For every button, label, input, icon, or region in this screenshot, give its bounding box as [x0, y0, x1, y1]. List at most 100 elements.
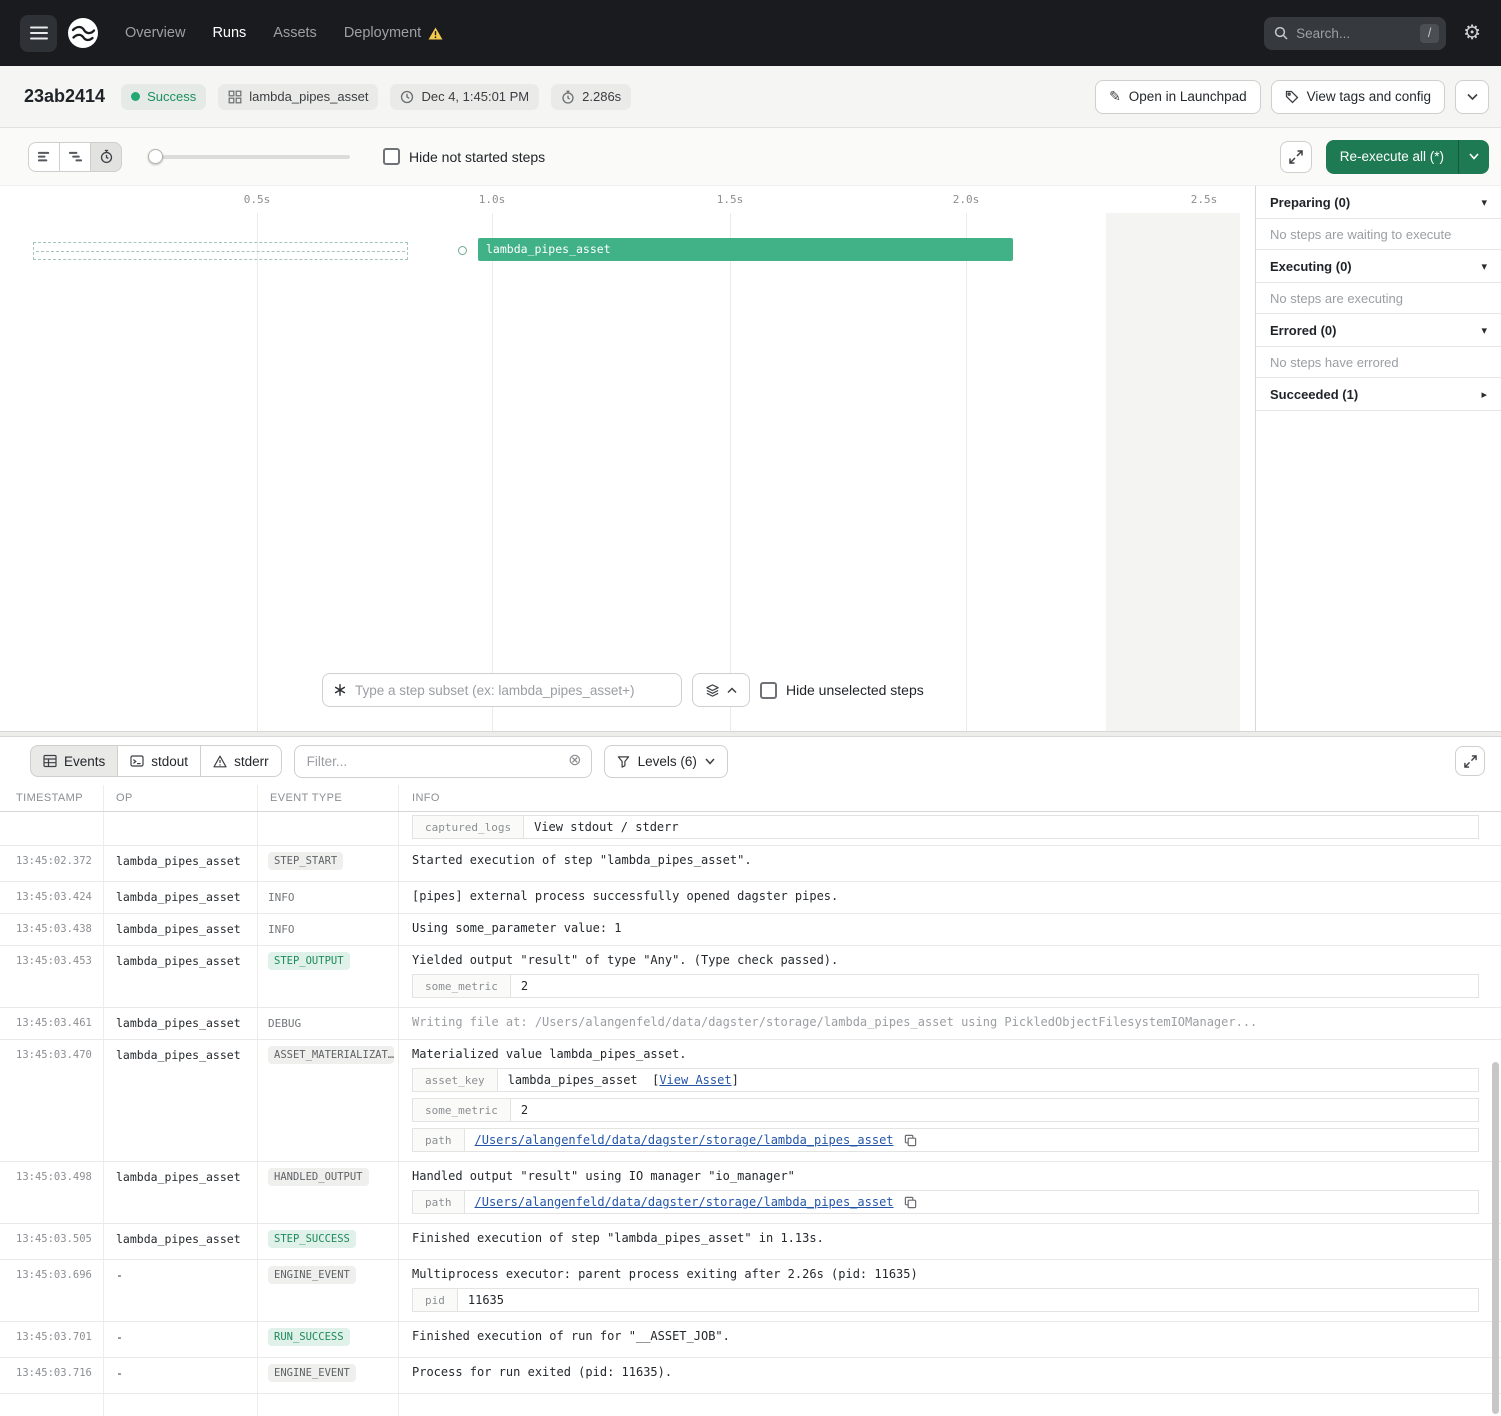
metadata-link[interactable]: /Users/alangenfeld/data/dagster/storage/… — [475, 1195, 894, 1209]
nav-item-deployment[interactable]: Deployment — [344, 25, 443, 41]
job-tag[interactable]: lambda_pipes_asset — [218, 84, 378, 110]
gantt-mode-flat-button[interactable] — [28, 142, 60, 172]
nav-item-runs[interactable]: Runs — [212, 25, 246, 41]
step-status-section-header[interactable]: Succeeded (1) ▸ — [1256, 378, 1501, 411]
settings-gear-icon[interactable]: ⚙ — [1463, 23, 1481, 43]
log-rows-container: captured_logsView stdout / stderr 13:45:… — [0, 812, 1501, 1416]
log-row[interactable]: 13:45:03.453 lambda_pipes_asset STEP_OUT… — [0, 946, 1501, 1008]
log-row[interactable]: 13:45:03.424 lambda_pipes_asset INFO [pi… — [0, 882, 1501, 914]
tab-stdout[interactable]: stdout — [117, 745, 201, 777]
hide-unselected-control[interactable]: Hide unselected steps — [760, 682, 924, 699]
log-filter-box[interactable]: ⊗ — [294, 745, 592, 778]
log-row[interactable]: 13:45:03.461 lambda_pipes_asset DEBUG Wr… — [0, 1008, 1501, 1040]
copy-path-button[interactable] — [904, 1196, 917, 1209]
log-row[interactable]: 13:45:03.498 lambda_pipes_asset HANDLED_… — [0, 1162, 1501, 1224]
log-row[interactable]: 13:45:03.505 lambda_pipes_asset STEP_SUC… — [0, 1224, 1501, 1260]
step-status-section-header[interactable]: Errored (0) ▾ — [1256, 314, 1501, 347]
clear-filter-icon[interactable]: ⊗ — [568, 753, 581, 769]
tab-stderr-label: stderr — [234, 754, 269, 769]
metadata-link[interactable]: /Users/alangenfeld/data/dagster/storage/… — [475, 1133, 894, 1147]
hide-not-started-checkbox[interactable] — [383, 148, 400, 165]
step-status-section: Executing (0) ▾ No steps are executing — [1256, 250, 1501, 314]
gantt-zoom-slider[interactable] — [148, 149, 350, 164]
open-in-launchpad-button[interactable]: ✎ Open in Launchpad — [1095, 80, 1261, 114]
metadata-key: pid — [413, 1289, 458, 1311]
log-op: - — [104, 1260, 258, 1321]
event-type-tag: STEP_SUCCESS — [268, 1230, 356, 1248]
log-scrollbar[interactable] — [1492, 1062, 1499, 1414]
log-timestamp: 13:45:02.372 — [0, 846, 104, 881]
console-icon — [130, 754, 144, 768]
search-input[interactable] — [1296, 26, 1412, 41]
log-row[interactable]: captured_logsView stdout / stderr — [0, 812, 1501, 846]
search-box[interactable]: / — [1264, 17, 1446, 50]
metadata-value: 11635 — [458, 1289, 1478, 1311]
status-badge: Success — [121, 84, 206, 110]
step-subset-inputbox[interactable] — [322, 673, 682, 707]
section-title: Preparing (0) — [1270, 195, 1350, 210]
log-message: [pipes] external process successfully op… — [412, 889, 1479, 904]
tab-events[interactable]: Events — [30, 745, 118, 777]
log-op: lambda_pipes_asset — [104, 846, 258, 881]
view-tags-config-label: View tags and config — [1307, 89, 1431, 104]
section-empty-text: No steps are executing — [1256, 283, 1501, 314]
step-status-section-header[interactable]: Preparing (0) ▾ — [1256, 186, 1501, 219]
log-fullscreen-button[interactable] — [1455, 746, 1485, 776]
step-status-section: Errored (0) ▾ No steps have errored — [1256, 314, 1501, 378]
run-header: 23ab2414 Success lambda_pipes_asset Dec … — [0, 66, 1501, 128]
chevron-down-icon — [1467, 93, 1478, 101]
log-filter-input[interactable] — [307, 754, 561, 769]
gridline — [966, 213, 967, 731]
column-header-op: OP — [104, 785, 258, 811]
grid-icon — [228, 90, 242, 104]
log-info: Using some_parameter value: 1 — [399, 914, 1501, 945]
gantt-mode-waterfall-button[interactable] — [59, 142, 91, 172]
log-event-type: ASSET_MATERIALIZAT… — [258, 1040, 399, 1161]
run-actions-dropdown-button[interactable] — [1455, 80, 1489, 114]
metadata-value: 2 — [511, 1099, 1478, 1121]
hide-unselected-checkbox[interactable] — [760, 682, 777, 699]
log-row[interactable]: 13:45:03.696 - ENGINE_EVENT Multiprocess… — [0, 1260, 1501, 1322]
log-timestamp — [0, 812, 104, 845]
nav-item-overview[interactable]: Overview — [125, 25, 185, 41]
dagster-logo[interactable] — [67, 17, 99, 49]
log-op: - — [104, 1322, 258, 1357]
gantt-mode-timed-button[interactable] — [90, 142, 122, 172]
copy-path-button[interactable] — [904, 1134, 917, 1147]
menu-button[interactable] — [20, 15, 57, 52]
event-type-tag: ASSET_MATERIALIZAT… — [268, 1046, 394, 1064]
log-info: Yielded output "result" of type "Any". (… — [399, 946, 1501, 1007]
tab-stderr[interactable]: stderr — [200, 745, 282, 777]
section-empty-text: No steps have errored — [1256, 347, 1501, 378]
log-event-type: HANDLED_OUTPUT — [258, 1162, 399, 1223]
log-event-type: STEP_SUCCESS — [258, 1224, 399, 1259]
log-row[interactable]: 13:45:03.438 lambda_pipes_asset INFO Usi… — [0, 914, 1501, 946]
reexecute-all-button[interactable]: Re-execute all (*) — [1326, 140, 1458, 174]
waterfall-view-icon — [68, 149, 83, 164]
section-chevron-icon: ▾ — [1481, 260, 1487, 273]
log-row[interactable]: 13:45:03.716 - ENGINE_EVENT Process for … — [0, 1358, 1501, 1394]
log-row[interactable]: 13:45:03.470 lambda_pipes_asset ASSET_MA… — [0, 1040, 1501, 1162]
log-row[interactable]: 13:45:03.701 - RUN_SUCCESS Finished exec… — [0, 1322, 1501, 1358]
levels-dropdown-button[interactable]: Levels (6) — [604, 745, 728, 778]
view-tags-config-button[interactable]: View tags and config — [1271, 80, 1445, 114]
nav-item-assets[interactable]: Assets — [273, 25, 317, 41]
metadata-link[interactable]: View Asset — [659, 1073, 731, 1087]
gantt-toolbar: Hide not started steps Re-execute all (*… — [0, 128, 1501, 186]
log-row[interactable]: 13:45:02.372 lambda_pipes_asset STEP_STA… — [0, 846, 1501, 882]
run-header-actions: ✎ Open in Launchpad View tags and config — [1095, 80, 1489, 114]
log-message: Finished execution of run for "__ASSET_J… — [412, 1329, 1479, 1344]
event-type-tag: INFO — [268, 920, 295, 939]
gantt-fullscreen-button[interactable] — [1280, 141, 1312, 173]
step-status-section-header[interactable]: Executing (0) ▾ — [1256, 250, 1501, 283]
step-subset-input[interactable] — [355, 683, 671, 698]
step-status-panel: Preparing (0) ▾ No steps are waiting to … — [1255, 186, 1501, 731]
gantt-step-bar[interactable]: lambda_pipes_asset — [478, 238, 1013, 261]
section-title: Errored (0) — [1270, 323, 1336, 338]
reexecute-dropdown-button[interactable] — [1458, 140, 1489, 174]
hide-not-started-control[interactable]: Hide not started steps — [383, 148, 545, 165]
slider-knob[interactable] — [148, 149, 163, 164]
tag-icon — [1285, 90, 1299, 104]
graph-query-toggle-button[interactable] — [692, 673, 750, 707]
log-op: lambda_pipes_asset — [104, 1008, 258, 1039]
